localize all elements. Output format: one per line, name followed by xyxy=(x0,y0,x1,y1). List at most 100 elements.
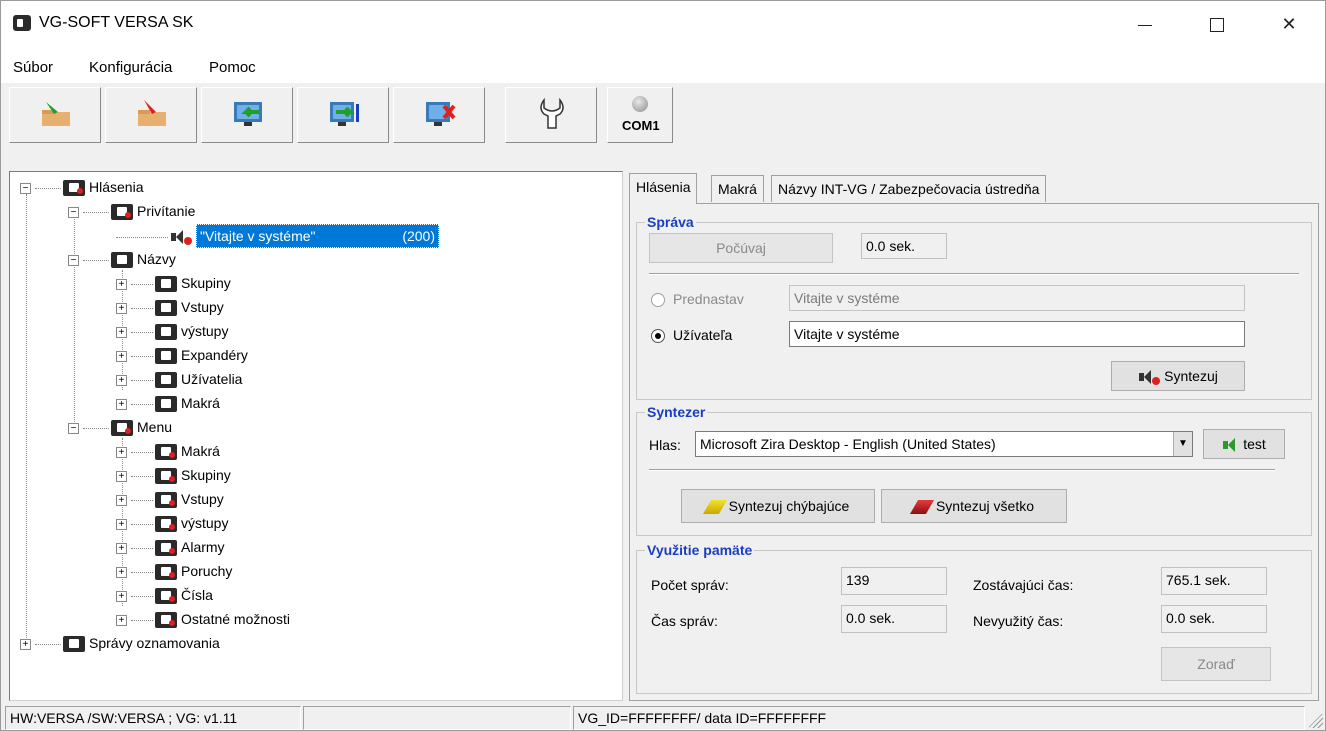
tab-hlasenia[interactable]: Hlásenia xyxy=(629,173,698,204)
tree-node-nazvy-child[interactable]: + Vstupy xyxy=(116,296,224,318)
tree-connector xyxy=(131,379,153,381)
tree-label: Čísla xyxy=(181,587,213,603)
expand-icon[interactable]: + xyxy=(116,446,127,458)
tree-label: Alarmy xyxy=(181,539,225,555)
toolbar: COM1 xyxy=(9,85,1319,147)
folder-icon xyxy=(155,588,177,605)
write-device-button[interactable] xyxy=(297,87,389,143)
expand-icon[interactable]: + xyxy=(116,590,127,602)
settings-button[interactable] xyxy=(505,87,597,143)
default-text-label: Prednastav xyxy=(673,291,744,307)
close-button[interactable]: ✕ xyxy=(1267,9,1311,39)
app-speaker-icon xyxy=(13,15,31,31)
tree-node-selected-message[interactable]: "Vitajte v systéme" (200) xyxy=(116,224,439,248)
expand-icon[interactable]: + xyxy=(116,542,127,554)
expand-icon[interactable]: + xyxy=(116,302,127,314)
voice-select[interactable]: Microsoft Zira Desktop - English (United… xyxy=(695,431,1193,457)
group-sprava: Správa Počúvaj 0.0 sek. Prednastav Vitaj… xyxy=(636,214,1312,400)
synthesize-button[interactable]: Syntezuj xyxy=(1111,361,1245,391)
tree-node-menu-child[interactable]: + Makrá xyxy=(116,440,220,462)
play-button[interactable]: Počúvaj xyxy=(649,233,833,263)
tree-connector xyxy=(116,236,168,238)
test-button[interactable]: test xyxy=(1203,429,1285,459)
tree-node-hlasenia[interactable]: − Hlásenia xyxy=(20,176,143,198)
sort-button[interactable]: Zoraď xyxy=(1161,647,1271,681)
unused-time-label: Nevyužitý čas: xyxy=(973,613,1064,629)
expand-icon[interactable]: + xyxy=(116,398,127,410)
speaker-icon xyxy=(1222,437,1240,453)
status-empty-panel xyxy=(303,706,571,730)
tree-node-nazvy-child[interactable]: + Expandéry xyxy=(116,344,248,366)
tree-node-menu-child[interactable]: + Poruchy xyxy=(116,560,232,582)
tree-node-menu-child[interactable]: + Alarmy xyxy=(116,536,225,558)
tab-content-hlasenia: Správa Počúvaj 0.0 sek. Prednastav Vitaj… xyxy=(629,203,1319,701)
status-bar: HW:VERSA /SW:VERSA ; VG: v1.11 VG_ID=FFF… xyxy=(1,704,1325,730)
tree-node-menu-child[interactable]: + výstupy xyxy=(116,512,228,534)
tree-connector xyxy=(35,643,61,645)
save-file-button[interactable] xyxy=(105,87,197,143)
collapse-icon[interactable]: − xyxy=(68,206,79,218)
expand-icon[interactable]: + xyxy=(116,278,127,290)
collapse-icon[interactable]: − xyxy=(68,422,79,434)
disconnect-button[interactable] xyxy=(393,87,485,143)
open-file-button[interactable] xyxy=(9,87,101,143)
tree-node-privitanie[interactable]: − Privítanie xyxy=(68,200,195,222)
tree-node-nazvy[interactable]: − Názvy xyxy=(68,248,176,270)
read-device-button[interactable] xyxy=(201,87,293,143)
user-text-input[interactable]: Vitajte v systéme xyxy=(789,321,1245,347)
menu-pomoc[interactable]: Pomoc xyxy=(209,59,256,76)
expand-icon[interactable]: + xyxy=(116,326,127,338)
expand-icon[interactable]: + xyxy=(116,350,127,362)
expand-icon[interactable]: + xyxy=(116,374,127,386)
com-port-indicator[interactable]: COM1 xyxy=(607,87,673,143)
tab-nazvy-int-vg[interactable]: Názvy INT-VG / Zabezpečovacia ústredňa xyxy=(771,175,1047,202)
synthesize-missing-button[interactable]: Syntezuj chýbajúce xyxy=(681,489,875,523)
tree-node-spravy-oznamovania[interactable]: + Správy oznamovania xyxy=(20,632,220,654)
message-count-label: Počet správ: xyxy=(651,577,729,593)
expand-icon[interactable]: + xyxy=(116,470,127,482)
tree-node-menu-child[interactable]: + Vstupy xyxy=(116,488,224,510)
menu-bar: Súbor Konfigurácia Pomoc xyxy=(1,47,1325,83)
tree-connector xyxy=(83,427,109,429)
menu-subor[interactable]: Súbor xyxy=(13,59,53,76)
message-tree[interactable]: − Hlásenia − Privítanie "Vitajte v systéme… xyxy=(9,171,623,701)
window-title: VG-SOFT VERSA SK xyxy=(39,14,194,31)
synthesize-all-button[interactable]: Syntezuj všetko xyxy=(881,489,1067,523)
tab-makra[interactable]: Makrá xyxy=(711,175,764,202)
collapse-icon[interactable]: − xyxy=(68,254,79,266)
tree-node-nazvy-child[interactable]: + Užívatelia xyxy=(116,368,242,390)
expand-icon[interactable]: + xyxy=(116,494,127,506)
resize-grip-icon[interactable] xyxy=(1309,714,1323,728)
folder-icon xyxy=(155,612,177,629)
expand-icon[interactable]: + xyxy=(116,518,127,530)
tree-node-menu-child[interactable]: + Ostatné možnosti xyxy=(116,608,290,630)
tree-label: Ostatné možnosti xyxy=(181,611,290,627)
open-file-icon xyxy=(42,102,70,126)
tree-node-menu-child[interactable]: + Čísla xyxy=(116,584,213,606)
folder-icon xyxy=(63,636,85,653)
tree-connector xyxy=(131,307,153,309)
tree-node-nazvy-child[interactable]: + Skupiny xyxy=(116,272,231,294)
user-text-label: Užívateľa xyxy=(673,327,733,343)
collapse-icon[interactable]: − xyxy=(20,182,31,194)
tree-connector xyxy=(83,259,109,261)
tree-label: Menu xyxy=(137,419,173,435)
maximize-button[interactable] xyxy=(1195,9,1239,39)
tree-node-menu[interactable]: − Menu xyxy=(68,416,172,438)
tree-connector xyxy=(131,571,153,573)
minimize-button[interactable] xyxy=(1123,9,1167,39)
folder-icon xyxy=(155,540,177,557)
chevron-down-icon[interactable]: ▼ xyxy=(1173,432,1192,456)
folder-icon xyxy=(155,468,177,485)
tree-node-nazvy-child[interactable]: + Makrá xyxy=(116,392,220,414)
tree-node-menu-child[interactable]: + Skupiny xyxy=(116,464,231,486)
default-text-radio[interactable] xyxy=(651,293,665,307)
menu-konfiguracia[interactable]: Konfigurácia xyxy=(89,59,172,76)
tree-connector xyxy=(83,211,109,213)
synthesize-all-label: Syntezuj všetko xyxy=(935,498,1035,514)
tree-node-nazvy-child[interactable]: + výstupy xyxy=(116,320,228,342)
user-text-radio[interactable] xyxy=(651,329,665,343)
expand-icon[interactable]: + xyxy=(116,614,127,626)
expand-icon[interactable]: + xyxy=(116,566,127,578)
expand-icon[interactable]: + xyxy=(20,638,31,650)
